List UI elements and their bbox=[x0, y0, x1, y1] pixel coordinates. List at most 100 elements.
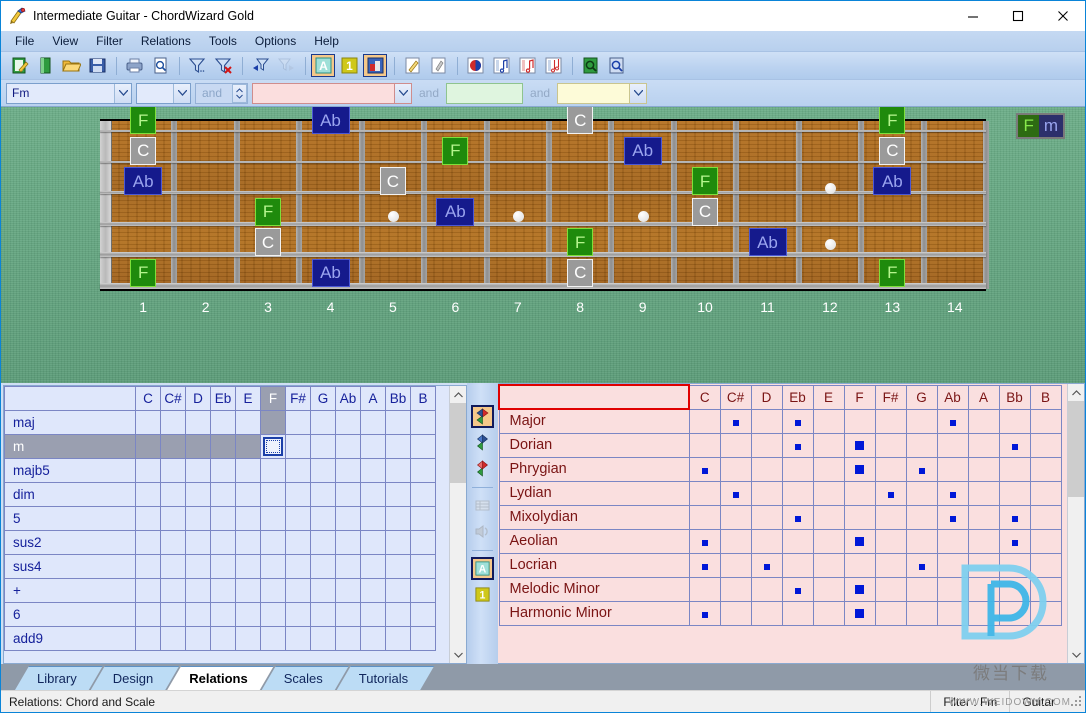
scale-cell-Dorian-G[interactable] bbox=[905, 432, 938, 458]
chord-cell-6-F#[interactable] bbox=[285, 602, 311, 627]
chord-type-+[interactable]: + bbox=[4, 578, 136, 603]
chord-cell-dim-G[interactable] bbox=[310, 482, 336, 507]
arpeggio-icon[interactable] bbox=[515, 54, 539, 77]
chord-cell-add9-C[interactable] bbox=[135, 626, 161, 651]
chord-cell-maj-C[interactable] bbox=[135, 410, 161, 435]
last-filter-combo[interactable] bbox=[557, 82, 648, 104]
chord-cell-5-G[interactable] bbox=[310, 506, 336, 531]
scale-cell-Melodic-Minor-C[interactable] bbox=[688, 576, 721, 602]
chord-cell-+-C#[interactable] bbox=[160, 578, 186, 603]
scale-cell-Locrian-E[interactable] bbox=[812, 552, 845, 578]
scale-cell-Lydian-Ab[interactable] bbox=[936, 480, 969, 506]
chords-grid-shell[interactable]: C C# D Eb E F F# G Ab A Bb B maj m majb5 dim 5 sus2 sus4 +… bbox=[3, 385, 467, 664]
menu-filter[interactable]: Filter bbox=[87, 32, 132, 50]
chord-cell-m-F#[interactable] bbox=[285, 434, 311, 459]
fret-note-f-s4-f3[interactable]: F bbox=[255, 197, 282, 226]
chord-cell-maj-B[interactable] bbox=[410, 410, 436, 435]
scale-cell-Locrian-C#[interactable] bbox=[719, 552, 752, 578]
scale-col-header-C#[interactable]: C# bbox=[719, 384, 752, 410]
scale-cell-Locrian-F#[interactable] bbox=[874, 552, 907, 578]
scale-cell-Lydian-D[interactable] bbox=[750, 480, 783, 506]
filter-back-icon[interactable] bbox=[248, 54, 272, 77]
scale-cell-Dorian-E[interactable] bbox=[812, 432, 845, 458]
scale-cell-Melodic-Minor-C#[interactable] bbox=[719, 576, 752, 602]
scale-cell-Locrian-C[interactable] bbox=[688, 552, 721, 578]
chord-col-header-C#[interactable]: C# bbox=[160, 386, 186, 411]
chevron-down-icon[interactable] bbox=[114, 83, 131, 103]
scale-tool-icon[interactable] bbox=[489, 54, 513, 77]
scale-cell-Mixolydian-Ab[interactable] bbox=[936, 504, 969, 530]
table-row[interactable]: m bbox=[4, 434, 436, 459]
scale-cell-Phrygian-E[interactable] bbox=[812, 456, 845, 482]
chord-cell-majb5-F#[interactable] bbox=[285, 458, 311, 483]
scale-cell-Major-G[interactable] bbox=[905, 408, 938, 434]
scale-col-header-B[interactable]: B bbox=[1029, 384, 1062, 410]
scale-cell-Melodic-Minor-A[interactable] bbox=[967, 576, 1000, 602]
chevron-down-icon[interactable] bbox=[629, 83, 647, 103]
chord-cell-5-Bb[interactable] bbox=[385, 506, 411, 531]
scale-cell-Phrygian-Ab[interactable] bbox=[936, 456, 969, 482]
scale-cell-Dorian-C[interactable] bbox=[688, 432, 721, 458]
scale-cell-Major-F[interactable] bbox=[843, 408, 876, 434]
chord-cell-5-C#[interactable] bbox=[160, 506, 186, 531]
scale-cell-Locrian-A[interactable] bbox=[967, 552, 1000, 578]
show-names-icon[interactable]: A bbox=[471, 557, 494, 580]
scale-cell-Harmonic-Minor-E[interactable] bbox=[812, 600, 845, 626]
scale-cell-Dorian-F[interactable] bbox=[843, 432, 876, 458]
scale-cell-Mixolydian-Bb[interactable] bbox=[998, 504, 1031, 530]
scale-cell-Lydian-C#[interactable] bbox=[719, 480, 752, 506]
scale-cell-Phrygian-A[interactable] bbox=[967, 456, 1000, 482]
scale-cell-Mixolydian-E[interactable] bbox=[812, 504, 845, 530]
scales-header-field[interactable] bbox=[498, 384, 690, 410]
scale-cell-Dorian-C#[interactable] bbox=[719, 432, 752, 458]
scroll-down-button[interactable] bbox=[450, 646, 466, 663]
scale-cell-Harmonic-Minor-B[interactable] bbox=[1029, 600, 1062, 626]
scale-cell-Mixolydian-G[interactable] bbox=[905, 504, 938, 530]
chord-cell-add9-C#[interactable] bbox=[160, 626, 186, 651]
scale-up-icon[interactable] bbox=[471, 431, 494, 454]
chord-cell-m-A[interactable] bbox=[360, 434, 386, 459]
chord-cell-sus4-B[interactable] bbox=[410, 554, 436, 579]
chord-type-sus2[interactable]: sus2 bbox=[4, 530, 136, 555]
scale-cell-Phrygian-C#[interactable] bbox=[719, 456, 752, 482]
fret-note-f-s1-f1[interactable]: F bbox=[130, 107, 157, 134]
fret-note-c-s4-f10[interactable]: C bbox=[692, 197, 719, 226]
chord-cell-6-A[interactable] bbox=[360, 602, 386, 627]
chord-cell-sus2-Bb[interactable] bbox=[385, 530, 411, 555]
chords-table[interactable]: C C# D Eb E F F# G Ab A Bb B maj m majb5 dim 5 sus2 sus4 +… bbox=[4, 386, 436, 651]
fret-note-f-s6-f1[interactable]: F bbox=[130, 258, 157, 287]
chord-col-header-B[interactable]: B bbox=[410, 386, 436, 411]
chord-col-header-F[interactable]: F bbox=[260, 386, 286, 411]
scale-cell-Lydian-G[interactable] bbox=[905, 480, 938, 506]
print-icon[interactable] bbox=[122, 54, 146, 77]
scale-cell-Melodic-Minor-F#[interactable] bbox=[874, 576, 907, 602]
note-colours-icon[interactable] bbox=[363, 54, 387, 77]
scale-cell-Locrian-Ab[interactable] bbox=[936, 552, 969, 578]
chord-cell-maj-Ab[interactable] bbox=[335, 410, 361, 435]
chord-cell-sus2-D[interactable] bbox=[185, 530, 211, 555]
chord-col-header-C[interactable]: C bbox=[135, 386, 161, 411]
chord-type-maj[interactable]: maj bbox=[4, 410, 136, 435]
print-preview-icon[interactable] bbox=[148, 54, 172, 77]
chord-cell-5-C[interactable] bbox=[135, 506, 161, 531]
chevron-down-icon[interactable] bbox=[394, 83, 411, 103]
scale-name-harmonic-minor[interactable]: Harmonic Minor bbox=[498, 600, 690, 626]
scale-cell-Mixolydian-Eb[interactable] bbox=[781, 504, 814, 530]
chord-cell-6-E[interactable] bbox=[235, 602, 261, 627]
chord-cell-sus2-A[interactable] bbox=[360, 530, 386, 555]
scale-cell-Major-E[interactable] bbox=[812, 408, 845, 434]
scale-col-header-Bb[interactable]: Bb bbox=[998, 384, 1031, 410]
table-row[interactable]: Aeolian bbox=[498, 528, 1062, 554]
chord-cell-+-C[interactable] bbox=[135, 578, 161, 603]
chord-cell-m-C[interactable] bbox=[135, 434, 161, 459]
chord-cell-sus2-G[interactable] bbox=[310, 530, 336, 555]
table-row[interactable]: Phrygian bbox=[498, 456, 1062, 482]
scale-cell-Aeolian-Eb[interactable] bbox=[781, 528, 814, 554]
tab-library[interactable]: Library bbox=[15, 666, 103, 690]
scale-cell-Aeolian-A[interactable] bbox=[967, 528, 1000, 554]
table-row[interactable]: Dorian bbox=[498, 432, 1062, 458]
chord-cell-add9-F#[interactable] bbox=[285, 626, 311, 651]
scroll-thumb[interactable] bbox=[450, 403, 466, 483]
chord-cell-maj-A[interactable] bbox=[360, 410, 386, 435]
scale-cell-Major-Ab[interactable] bbox=[936, 408, 969, 434]
